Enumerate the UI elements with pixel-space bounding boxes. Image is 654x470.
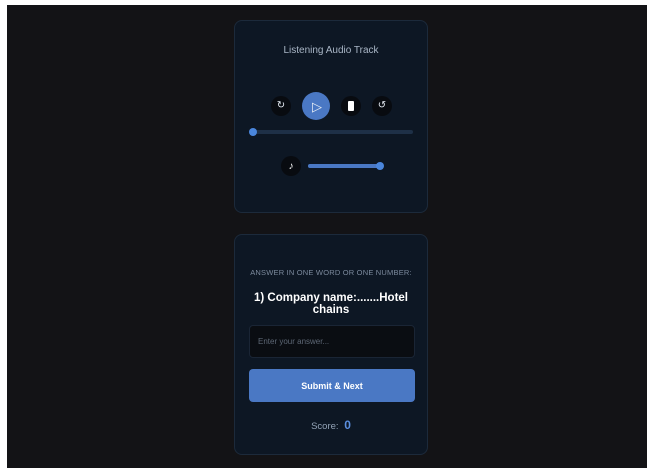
progress-handle[interactable] xyxy=(249,128,257,136)
volume-fill xyxy=(308,164,380,168)
forward-icon: ↺ xyxy=(377,100,387,111)
quiz-card: ANSWER IN ONE WORD OR ONE NUMBER: 1) Com… xyxy=(234,234,428,455)
play-icon: ▷ xyxy=(312,98,322,114)
instruction-text: ANSWER IN ONE WORD OR ONE NUMBER: xyxy=(250,268,412,277)
progress-slider[interactable] xyxy=(249,128,413,136)
audio-player-card: Listening Audio Track ↻ ▷ ↺ ♪ xyxy=(234,20,428,213)
player-title: Listening Audio Track xyxy=(283,45,379,56)
volume-slider[interactable] xyxy=(308,162,384,170)
play-button[interactable]: ▷ xyxy=(302,92,330,120)
music-note-icon: ♪ xyxy=(288,160,294,172)
volume-handle[interactable] xyxy=(376,162,384,170)
stop-button[interactable] xyxy=(341,96,361,116)
score-value: 0 xyxy=(344,418,351,432)
score-row: Score: 0 xyxy=(235,418,427,432)
score-label: Score: xyxy=(311,421,339,432)
submit-next-button[interactable]: Submit & Next xyxy=(249,369,415,402)
stop-icon xyxy=(348,101,354,111)
answer-input[interactable] xyxy=(249,325,415,358)
page-background: Listening Audio Track ↻ ▷ ↺ ♪ ANSWER IN … xyxy=(7,5,647,468)
rewind-icon: ↻ xyxy=(276,100,286,111)
volume-button[interactable]: ♪ xyxy=(281,156,301,176)
question-text: 1) Company name:.......Hotel chains xyxy=(254,292,408,316)
forward-button[interactable]: ↺ xyxy=(372,96,392,116)
rewind-button[interactable]: ↻ xyxy=(271,96,291,116)
